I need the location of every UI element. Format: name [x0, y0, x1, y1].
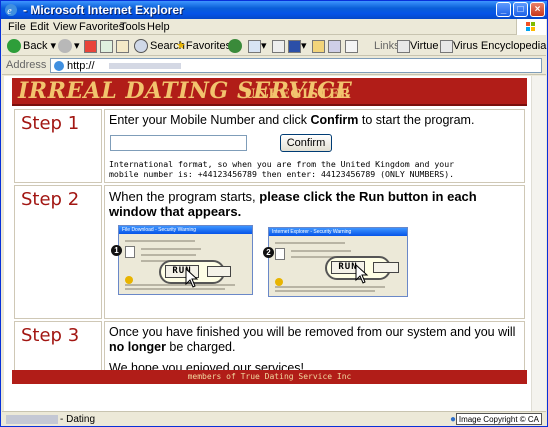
print-button[interactable] [272, 38, 285, 54]
mail-icon [248, 39, 261, 53]
menu-bar: File Edit View Favorites Tools Help [2, 19, 546, 35]
home-button[interactable] [116, 38, 129, 54]
copyright-badge: Image Copyright © CA [455, 413, 542, 425]
star-icon: ★ [176, 40, 186, 52]
refresh-icon [100, 39, 113, 53]
step-1-label: Step 1 [14, 109, 102, 183]
virtue-label: Virtue [410, 40, 439, 52]
research-icon [345, 39, 358, 53]
step-2-label: Step 2 [14, 185, 102, 319]
address-url: http:// [67, 60, 95, 72]
back-button[interactable]: Back ▾ [7, 38, 56, 54]
step-3-text: Once you have finished you will be remov… [109, 325, 516, 339]
menu-tools[interactable]: Tools [120, 21, 146, 33]
step-2-text: When the program starts, [109, 189, 260, 204]
format-note-line-1: International format, so when you are fr… [109, 159, 455, 169]
links-label: Links [374, 40, 400, 52]
close-button[interactable]: × [530, 2, 545, 17]
home-icon [116, 39, 129, 53]
link-virus-encyclopedia[interactable]: Virus Encyclopedia [440, 38, 546, 54]
site-banner: IRREAL DATING SERVICE UNREGISTER [12, 78, 527, 106]
back-arrow-icon [7, 39, 21, 54]
address-label: Address [6, 59, 47, 71]
forward-button[interactable]: ▾ [58, 38, 80, 54]
favorites-label: Favorites [185, 40, 232, 52]
menu-favorites[interactable]: Favorites [79, 21, 124, 33]
internet-explorer-icon: e [5, 4, 17, 17]
redacted-status [6, 414, 58, 424]
folder-icon [312, 39, 325, 53]
svg-text:e: e [7, 6, 12, 17]
menu-help[interactable]: Help [147, 21, 170, 33]
step-1-content: Enter your Mobile Number and click Confi… [104, 109, 525, 183]
media-icon [228, 39, 242, 54]
toolbar: Back ▾ ▾ Search ★Favorites ▾ ▾ Links Vir… [2, 36, 546, 56]
title-bar[interactable]: e - Microsoft Internet Explorer _ □ × [1, 1, 547, 19]
status-label: - Dating [60, 414, 96, 425]
table-row: Step 2 When the program starts, please c… [14, 185, 525, 319]
refresh-button[interactable] [100, 38, 113, 54]
instruction-screenshots: File Download - Security Warning RUN 1 I… [109, 225, 520, 315]
link-virtue[interactable]: Virtue [397, 38, 439, 54]
window-title: - Microsoft Internet Explorer [23, 3, 184, 17]
search-icon [134, 39, 148, 54]
format-note: International format, so when you are fr… [109, 159, 520, 179]
page-icon [397, 39, 410, 53]
confirm-button[interactable]: Confirm [280, 134, 332, 152]
step-1-text: Enter your Mobile Number and click [109, 113, 311, 127]
page-viewport: IRREAL DATING SERVICE UNREGISTER Step 1 … [4, 76, 531, 411]
menu-edit[interactable]: Edit [30, 21, 49, 33]
cursor-icon [355, 264, 369, 284]
table-row: Step 1 Enter your Mobile Number and clic… [14, 109, 525, 183]
menu-file[interactable]: File [8, 21, 26, 33]
file-download-warning-image: File Download - Security Warning RUN [118, 225, 253, 295]
redacted-url [109, 63, 181, 69]
shot-2-title: Internet Explorer - Security Warning [269, 228, 407, 236]
cursor-icon [185, 268, 199, 288]
virus-encyclopedia-label: Virus Encyclopedia [453, 40, 547, 52]
steps-table: Step 1 Enter your Mobile Number and clic… [12, 107, 527, 382]
vertical-scrollbar[interactable] [531, 76, 546, 411]
step-3-text-end: be charged. [165, 340, 236, 354]
status-bar: - Dating ● In Image Copyright © CA [2, 411, 546, 426]
forward-arrow-icon [58, 39, 72, 54]
mobile-number-input[interactable] [110, 135, 247, 151]
research-button[interactable] [345, 38, 358, 54]
page-icon [440, 39, 453, 53]
unregister-heading: UNREGISTER [244, 87, 351, 102]
shot-1-title: File Download - Security Warning [119, 226, 252, 234]
word-button[interactable]: ▾ [288, 38, 307, 54]
favorites-button[interactable]: ★Favorites [176, 38, 231, 54]
browser-window: e - Microsoft Internet Explorer _ □ × Fi… [0, 0, 548, 427]
back-label: Back [23, 40, 48, 52]
site-footer: members of True Dating Service Inc [12, 370, 527, 384]
menu-view[interactable]: View [53, 21, 77, 33]
mail-button[interactable]: ▾ [248, 38, 267, 54]
address-input[interactable]: http:// [50, 58, 542, 73]
step-3-bold: no longer [109, 340, 166, 354]
stop-icon [84, 39, 97, 53]
minimize-button[interactable]: _ [496, 2, 511, 17]
step-2-content: When the program starts, please click th… [104, 185, 525, 319]
word-icon [288, 39, 301, 53]
messenger-button[interactable] [328, 38, 341, 54]
address-bar: Address http:// [2, 56, 546, 75]
step-badge-2: 2 [263, 247, 274, 258]
print-icon [272, 39, 285, 53]
step-1-text-end: to start the program. [358, 113, 475, 127]
page-icon [54, 61, 64, 71]
folder-button[interactable] [312, 38, 325, 54]
windows-logo-icon [516, 19, 546, 35]
ie-security-warning-image: Internet Explorer - Security Warning RUN [268, 227, 408, 297]
step-1-bold: Confirm [310, 113, 359, 127]
stop-button[interactable] [84, 38, 97, 54]
maximize-button[interactable]: □ [513, 2, 528, 17]
media-button[interactable] [228, 38, 244, 54]
messenger-icon [328, 39, 341, 53]
format-note-line-2: mobile number is: +44123456789 then ente… [109, 169, 455, 179]
step-badge-1: 1 [111, 245, 122, 256]
status-text: - Dating [6, 414, 95, 425]
